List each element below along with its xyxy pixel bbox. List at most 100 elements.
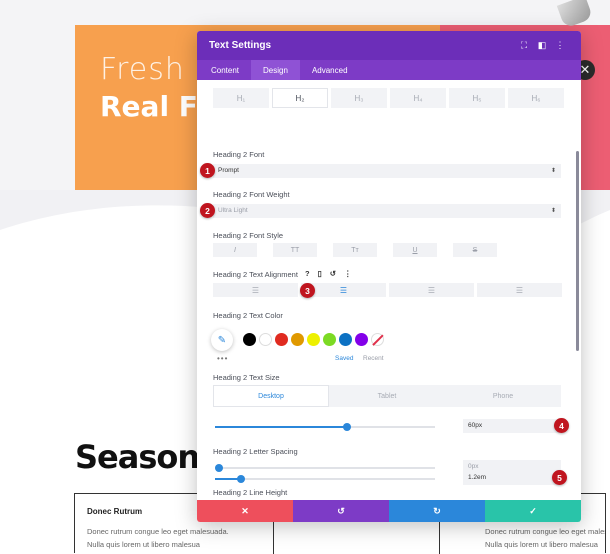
cancel-button[interactable]: ✕ — [197, 500, 293, 522]
slider-handle[interactable] — [343, 423, 351, 431]
saved-colors-tab[interactable]: Saved — [335, 355, 353, 362]
slider-handle[interactable] — [237, 475, 245, 483]
align-justify-icon: ☰ — [515, 285, 524, 295]
tab-h5[interactable]: H₅ — [449, 88, 505, 108]
tab-advanced[interactable]: Advanced — [300, 60, 360, 80]
tab-h6[interactable]: H₆ — [508, 88, 564, 108]
underline-icon: U — [412, 246, 418, 254]
table-cell-text: Donec rutrum congue leo eget malesuada. … — [87, 525, 257, 551]
text-size-slider[interactable] — [215, 423, 435, 431]
swatch-purple[interactable] — [355, 333, 368, 346]
line-height-input[interactable]: 1.2em — [463, 471, 561, 485]
reset-icon[interactable]: ↺ — [330, 269, 336, 278]
swatch-blue[interactable] — [339, 333, 352, 346]
tab-h3[interactable]: H₃ — [331, 88, 387, 108]
device-tabs: Desktop Tablet Phone — [213, 385, 561, 407]
italic-icon: I — [234, 246, 236, 254]
tab-desktop[interactable]: Desktop — [213, 385, 329, 407]
tab-tablet[interactable]: Tablet — [329, 385, 445, 407]
align-justify-button[interactable]: ☰ — [477, 283, 562, 297]
font-select[interactable]: Prompt ⬍ — [213, 164, 561, 178]
font-style-buttons: I TT Tт U S — [213, 243, 497, 257]
align-center-icon: ☰ — [339, 285, 348, 295]
expand-icon[interactable]: ⛶ — [515, 40, 533, 51]
text-size-label: Heading 2 Text Size — [213, 373, 280, 382]
letter-spacing-label: Heading 2 Letter Spacing — [213, 447, 298, 456]
letter-spacing-slider[interactable] — [215, 464, 435, 472]
step-badge-2: 2 — [200, 203, 215, 218]
tab-design[interactable]: Design — [251, 60, 300, 80]
font-style-label: Heading 2 Font Style — [213, 231, 284, 240]
table-cell-line: Nulla quis lorem ut libero malesua — [87, 540, 200, 549]
text-color-label: Heading 2 Text Color — [213, 311, 283, 320]
capitalize-button[interactable]: Tт — [333, 243, 377, 257]
font-weight-label: Heading 2 Font Weight — [213, 190, 290, 199]
tab-phone[interactable]: Phone — [445, 385, 561, 407]
undo-button[interactable]: ↺ — [293, 500, 389, 522]
underline-button[interactable]: U — [393, 243, 437, 257]
heading-level-tabs: H₁ H₂ H₃ H₄ H₅ H₆ — [213, 88, 564, 108]
save-button[interactable]: ✓ — [485, 500, 581, 522]
more-options-icon[interactable]: ⋮ — [344, 269, 352, 278]
align-left-icon: ☰ — [251, 285, 260, 295]
text-settings-modal: Text Settings ⛶ ◧ ⋮ Content Design Advan… — [197, 31, 581, 522]
alignment-option-icons: ? ▯ ↺ ⋮ — [305, 269, 352, 278]
select-arrow-icon: ⬍ — [550, 208, 556, 214]
swatch-green[interactable] — [323, 333, 336, 346]
more-icon[interactable]: ⋮ — [551, 40, 569, 51]
font-label: Heading 2 Font — [213, 150, 265, 159]
align-left-button[interactable]: ☰ — [213, 283, 298, 297]
line-height-slider[interactable] — [215, 475, 435, 483]
tab-h1[interactable]: H₁ — [213, 88, 269, 108]
select-arrow-icon: ⬍ — [550, 168, 556, 174]
table-cell-line: Donec rutrum congue leo eget malesuada. — [485, 527, 605, 536]
modal-footer: ✕ ↺ ↻ ✓ — [197, 500, 581, 522]
hero-title-line1: Fresh I — [100, 52, 206, 87]
clear-color-icon[interactable] — [371, 333, 384, 346]
tab-h2[interactable]: H₂ — [272, 88, 328, 108]
swatch-orange[interactable] — [291, 333, 304, 346]
table-cell-line: Nulla quis lorem ut libero malesua — [485, 540, 598, 549]
redo-button[interactable]: ↻ — [389, 500, 485, 522]
step-badge-5: 5 — [552, 470, 567, 485]
line-height-label: Heading 2 Line Height — [213, 488, 288, 497]
device-icon[interactable]: ▯ — [318, 269, 322, 278]
slider-handle[interactable] — [215, 464, 223, 472]
recent-colors-tab[interactable]: Recent — [363, 355, 384, 362]
alignment-buttons: ☰ ☰ ☰ ☰ — [213, 283, 562, 297]
modal-title: Text Settings — [209, 40, 272, 51]
font-weight-select[interactable]: Ultra Light ⬍ — [213, 204, 561, 218]
more-colors-icon[interactable]: ••• — [217, 354, 228, 363]
text-size-input[interactable]: 60px — [463, 419, 561, 433]
step-badge-1: 1 — [200, 163, 215, 178]
tab-content[interactable]: Content — [199, 60, 251, 80]
align-right-button[interactable]: ☰ — [389, 283, 474, 297]
align-right-icon: ☰ — [427, 285, 436, 295]
strikethrough-icon: S — [472, 246, 478, 254]
eyedropper-icon[interactable]: ✎ — [211, 329, 233, 351]
font-weight-value: Ultra Light — [218, 207, 248, 214]
uppercase-button[interactable]: TT — [273, 243, 317, 257]
step-badge-3: 3 — [300, 283, 315, 298]
modal-body: H₁ H₂ H₃ H₄ H₅ H₆ Heading 2 Font Prompt … — [197, 80, 581, 500]
table-cell-title: Donec Rutrum — [87, 507, 143, 516]
hero-title-line2: Real Fi — [100, 90, 208, 123]
text-alignment-label: Heading 2 Text Alignment — [213, 270, 298, 279]
swatch-yellow[interactable] — [307, 333, 320, 346]
tab-h4[interactable]: H₄ — [390, 88, 446, 108]
modal-scrollbar[interactable] — [576, 151, 579, 351]
swatch-red[interactable] — [275, 333, 288, 346]
modal-header: Text Settings ⛶ ◧ ⋮ — [197, 31, 581, 60]
italic-button[interactable]: I — [213, 243, 257, 257]
table-cell-line: Donec rutrum congue leo eget malesuada. — [87, 527, 229, 536]
table-cell-text: Donec rutrum congue leo eget malesuada. … — [485, 525, 605, 551]
slider-fill — [215, 426, 347, 428]
help-icon[interactable]: ? — [305, 269, 310, 278]
strikethrough-button[interactable]: S — [453, 243, 497, 257]
swatch-black[interactable] — [243, 333, 256, 346]
swatch-white[interactable] — [259, 333, 272, 346]
color-swatches — [243, 333, 384, 346]
modal-tabs: Content Design Advanced — [197, 60, 581, 80]
split-icon[interactable]: ◧ — [533, 40, 551, 51]
step-badge-4: 4 — [554, 418, 569, 433]
